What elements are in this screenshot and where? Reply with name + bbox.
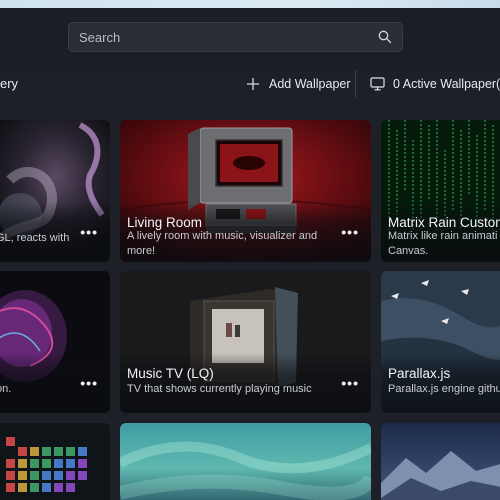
window-top-strip [0, 0, 500, 8]
card-thumbnail [120, 423, 371, 500]
plus-icon [247, 78, 259, 90]
more-icon[interactable]: ••• [80, 375, 98, 391]
wallpaper-card[interactable]: Living Room A lively room with music, vi… [120, 120, 371, 262]
card-thumbnail [0, 423, 110, 500]
card-title: Music TV (LQ) [127, 366, 214, 381]
more-icon[interactable]: ••• [341, 375, 359, 391]
add-wallpaper-label: Add Wallpaper [269, 77, 351, 91]
wallpaper-card[interactable] [0, 423, 110, 500]
nav-title-gallery[interactable]: ery [0, 76, 18, 91]
wallpaper-card[interactable]: GL, reacts with ••• [0, 120, 110, 262]
search-icon[interactable] [378, 30, 392, 44]
active-wallpapers-label: 0 Active Wallpaper(s) [393, 77, 500, 91]
active-wallpapers-button[interactable]: 0 Active Wallpaper(s) [370, 72, 500, 96]
search-placeholder: Search [79, 30, 121, 45]
more-icon[interactable]: ••• [341, 224, 359, 240]
toolbar-divider [355, 70, 356, 98]
wallpaper-card[interactable] [381, 423, 500, 500]
card-description: Matrix like rain animati Canvas. [388, 230, 498, 257]
search-input[interactable]: Search [68, 22, 403, 52]
card-thumbnail [381, 423, 500, 500]
card-title: Parallax.js [388, 366, 451, 381]
app-window: Search ery Add Wallpaper 0 Active Wallpa… [0, 0, 500, 500]
top-bar: Search [0, 8, 500, 70]
wallpaper-card[interactable]: Parallax.js Parallax.js engine githu [381, 271, 500, 413]
wallpaper-card[interactable]: on. ••• [0, 271, 110, 413]
wallpaper-card[interactable]: Matrix Rain Custom Matrix like rain anim… [381, 120, 500, 262]
monitor-icon [370, 77, 385, 91]
card-description: TV that shows currently playing music [127, 383, 312, 395]
card-description: A lively room with music, visualizer and… [127, 230, 318, 257]
add-wallpaper-button[interactable]: Add Wallpaper [246, 72, 351, 96]
card-description: Parallax.js engine githu [388, 383, 500, 395]
card-title: Living Room [127, 215, 203, 230]
toolbar: ery Add Wallpaper 0 Active Wallpaper(s) [0, 70, 500, 98]
wallpaper-grid: GL, reacts with ••• Living Room A lively… [0, 120, 500, 500]
more-icon[interactable]: ••• [80, 224, 98, 240]
wallpaper-card[interactable] [120, 423, 371, 500]
card-title: Matrix Rain Custom [388, 215, 500, 230]
wallpaper-card[interactable]: Music TV (LQ) TV that shows currently pl… [120, 271, 371, 413]
